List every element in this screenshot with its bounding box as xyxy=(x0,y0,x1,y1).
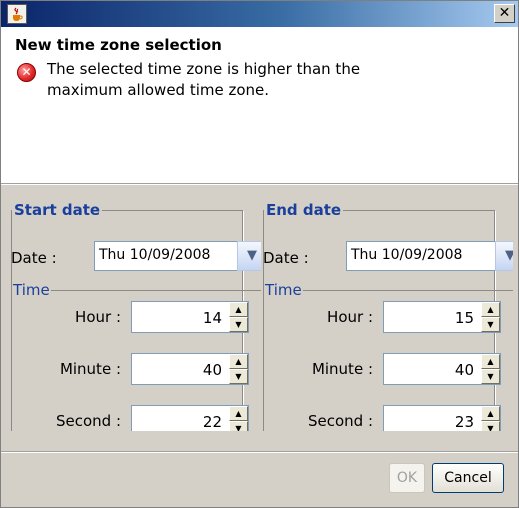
footer-separator xyxy=(1,451,518,453)
spin-down-icon[interactable]: ▼ xyxy=(229,421,248,431)
title-bar[interactable]: ✕ xyxy=(1,1,518,27)
start-date-label: Date : xyxy=(11,249,57,267)
spinner-buttons: ▲ ▼ xyxy=(229,302,248,332)
spinner-buttons: ▲ ▼ xyxy=(481,406,500,431)
end-date-combo[interactable]: Thu 10/09/2008 xyxy=(346,241,496,271)
close-button[interactable]: ✕ xyxy=(494,4,515,23)
spin-up-icon[interactable]: ▲ xyxy=(481,354,500,369)
spin-up-icon[interactable]: ▲ xyxy=(481,302,500,317)
end-minute-value: 40 xyxy=(454,361,474,379)
end-date-value: Thu 10/09/2008 xyxy=(351,247,463,263)
spin-down-icon[interactable]: ▼ xyxy=(481,317,500,332)
java-coffee-icon xyxy=(7,4,27,24)
spin-down-icon[interactable]: ▼ xyxy=(481,421,500,431)
start-hour-value: 14 xyxy=(202,309,222,327)
start-date-combo[interactable]: Thu 10/09/2008 xyxy=(94,241,244,271)
spin-up-icon[interactable]: ▲ xyxy=(229,302,248,317)
error-message: The selected time zone is higher than th… xyxy=(47,60,361,99)
spinner-buttons: ▲ ▼ xyxy=(481,302,500,332)
start-hour-label: Hour : xyxy=(75,308,121,326)
end-minute-spinner[interactable]: 40 ▲ ▼ xyxy=(383,353,501,385)
spin-up-icon[interactable]: ▲ xyxy=(229,354,248,369)
start-hour-spinner[interactable]: 14 ▲ ▼ xyxy=(131,301,249,333)
spin-down-icon[interactable]: ▼ xyxy=(229,369,248,384)
end-time-legend: Time xyxy=(265,281,302,299)
chevron-down-icon[interactable]: ▼ xyxy=(495,241,513,271)
end-date-legend: End date xyxy=(266,201,342,219)
start-minute-value: 40 xyxy=(202,361,222,379)
dialog-title: New time zone selection xyxy=(15,36,222,54)
cancel-button[interactable]: Cancel xyxy=(432,463,504,493)
spin-up-icon[interactable]: ▲ xyxy=(229,406,248,421)
chevron-down-icon[interactable]: ▼ xyxy=(237,241,261,271)
spinner-buttons: ▲ ▼ xyxy=(481,354,500,384)
spin-down-icon[interactable]: ▼ xyxy=(229,317,248,332)
start-second-label: Second : xyxy=(55,412,121,430)
start-date-legend: Start date xyxy=(14,201,101,219)
spinner-buttons: ▲ ▼ xyxy=(229,354,248,384)
start-minute-spinner[interactable]: 40 ▲ ▼ xyxy=(131,353,249,385)
error-x-icon: ✕ xyxy=(17,63,36,82)
ok-button[interactable]: OK xyxy=(389,463,425,493)
start-minute-label: Minute : xyxy=(59,360,121,378)
dialog-content: Start date Date : Thu 10/09/2008 ▼ Time … xyxy=(1,185,518,507)
end-date-panel: End date Date : Thu 10/09/2008 ▼ Time Ho… xyxy=(263,201,513,431)
dialog-window: ✕ New time zone selection ✕ The selected… xyxy=(0,0,519,508)
end-date-label: Date : xyxy=(263,249,309,267)
end-second-value: 23 xyxy=(454,413,474,431)
start-second-spinner[interactable]: 22 ▲ ▼ xyxy=(131,405,249,431)
end-hour-spinner[interactable]: 15 ▲ ▼ xyxy=(383,301,501,333)
end-hour-label: Hour : xyxy=(327,308,373,326)
end-second-label: Second : xyxy=(307,412,373,430)
spin-up-icon[interactable]: ▲ xyxy=(481,406,500,421)
end-hour-value: 15 xyxy=(454,309,474,327)
start-date-panel: Start date Date : Thu 10/09/2008 ▼ Time … xyxy=(11,201,261,431)
spin-down-icon[interactable]: ▼ xyxy=(481,369,500,384)
end-minute-label: Minute : xyxy=(311,360,373,378)
start-second-value: 22 xyxy=(202,413,222,431)
start-date-value: Thu 10/09/2008 xyxy=(99,247,211,263)
end-second-spinner[interactable]: 23 ▲ ▼ xyxy=(383,405,501,431)
start-time-legend: Time xyxy=(13,281,50,299)
spinner-buttons: ▲ ▼ xyxy=(229,406,248,431)
